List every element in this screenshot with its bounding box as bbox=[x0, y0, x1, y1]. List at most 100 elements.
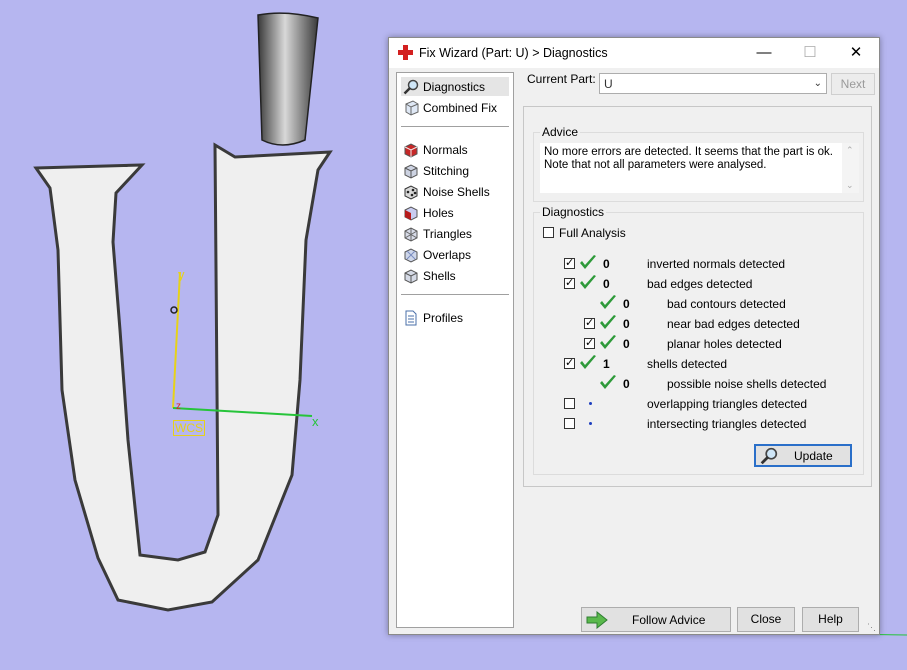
diagnostic-label: bad contours detected bbox=[667, 297, 786, 311]
scroll-up-icon[interactable]: ⌃ bbox=[846, 145, 854, 156]
diagnostic-count: 0 bbox=[603, 277, 610, 291]
full-analysis-label: Full Analysis bbox=[559, 226, 626, 240]
normals-icon bbox=[404, 142, 418, 158]
diagnostic-checkbox[interactable]: ✓ bbox=[584, 317, 595, 329]
nav-item-diagnostics[interactable]: Diagnostics bbox=[401, 77, 509, 96]
full-analysis-checkbox[interactable] bbox=[543, 227, 554, 238]
nav-label: Shells bbox=[423, 268, 456, 283]
nav-label: Overlaps bbox=[423, 247, 472, 262]
bail-shape bbox=[257, 12, 319, 146]
green-check-icon bbox=[580, 255, 596, 269]
overlaps-icon bbox=[404, 247, 418, 263]
z-axis-label: z bbox=[176, 401, 181, 412]
magnifier-icon bbox=[403, 79, 419, 94]
nav-label: Normals bbox=[423, 142, 468, 157]
nav-item-profiles[interactable]: Profiles bbox=[401, 308, 509, 327]
diagnostic-label: inverted normals detected bbox=[647, 257, 786, 271]
nav-item-normals[interactable]: Normals bbox=[401, 140, 509, 159]
diagnostic-checkbox[interactable]: ✓ bbox=[564, 257, 575, 269]
diagnostic-checkbox[interactable]: ✓ bbox=[564, 277, 575, 289]
advice-text-line: No more errors are detected. It seems th… bbox=[544, 146, 833, 158]
help-button[interactable]: Help bbox=[802, 607, 859, 632]
diagnostic-label: near bad edges detected bbox=[667, 317, 800, 331]
current-part-label: Current Part: bbox=[527, 72, 596, 86]
y-axis-line bbox=[172, 271, 181, 409]
close-button[interactable]: Close bbox=[737, 607, 795, 632]
nav-separator bbox=[401, 294, 509, 295]
diagnostic-checkbox[interactable] bbox=[564, 418, 575, 429]
profiles-icon bbox=[405, 310, 417, 325]
nav-item-overlaps[interactable]: Overlaps bbox=[401, 245, 509, 264]
scroll-down-icon[interactable]: ⌄ bbox=[846, 180, 854, 191]
triangles-icon bbox=[404, 226, 418, 242]
green-check-icon bbox=[600, 295, 616, 309]
nav-item-stitching[interactable]: Stitching bbox=[401, 161, 509, 180]
diagnostic-label: planar holes detected bbox=[667, 337, 782, 351]
diagnostic-label: overlapping triangles detected bbox=[647, 397, 808, 411]
checkmark-icon: ✓ bbox=[565, 257, 575, 269]
nav-separator bbox=[401, 126, 509, 127]
diagnostic-checkbox[interactable]: ✓ bbox=[584, 337, 595, 349]
diagnostic-label: possible noise shells detected bbox=[667, 377, 827, 391]
nav-item-holes[interactable]: Holes bbox=[401, 203, 509, 222]
dialog-title: Fix Wizard (Part: U) > Diagnostics bbox=[419, 46, 608, 60]
green-check-icon bbox=[580, 355, 596, 369]
origin-marker bbox=[170, 306, 178, 314]
next-button[interactable]: Next bbox=[831, 73, 875, 95]
resize-grip-icon[interactable]: ⋱ bbox=[867, 622, 877, 632]
follow-advice-label: Follow Advice bbox=[632, 613, 706, 627]
u-model-shape bbox=[33, 142, 333, 612]
diagnostic-checkbox[interactable]: ✓ bbox=[564, 357, 575, 369]
checkmark-icon: ✓ bbox=[585, 317, 595, 329]
diagnostic-label: intersecting triangles detected bbox=[647, 417, 807, 431]
green-check-icon bbox=[600, 375, 616, 389]
diagnostic-count: 1 bbox=[603, 357, 610, 371]
x-axis-label: x bbox=[312, 414, 319, 429]
nav-item-combined-fix[interactable]: Combined Fix bbox=[401, 98, 509, 117]
green-arrow-icon bbox=[586, 611, 608, 629]
green-check-icon bbox=[580, 275, 596, 289]
nav-item-shells[interactable]: Shells bbox=[401, 266, 509, 285]
nav-item-triangles[interactable]: Triangles bbox=[401, 224, 509, 243]
close-window-button[interactable]: ✕ bbox=[833, 38, 879, 68]
nav-label: Combined Fix bbox=[423, 100, 498, 115]
diagnostic-label: shells detected bbox=[647, 357, 728, 371]
nav-label: Noise Shells bbox=[423, 184, 490, 199]
diagnostic-count: 0 bbox=[623, 377, 630, 391]
chevron-down-icon: ⌄ bbox=[813, 78, 822, 89]
current-part-value: U bbox=[604, 77, 613, 91]
red-cross-icon bbox=[398, 45, 413, 60]
checkmark-icon: ✓ bbox=[585, 337, 595, 349]
checkmark-icon: ✓ bbox=[565, 277, 575, 289]
green-check-icon bbox=[600, 335, 616, 349]
follow-advice-button[interactable]: Follow Advice bbox=[581, 607, 731, 632]
minimize-button[interactable]: — bbox=[741, 38, 787, 68]
nav-item-noise-shells[interactable]: Noise Shells bbox=[401, 182, 509, 201]
update-label: Update bbox=[794, 449, 833, 463]
diagnostics-panel: Advice No more errors are detected. It s… bbox=[523, 106, 872, 487]
advice-scrollbar[interactable]: ⌃ ⌄ bbox=[842, 143, 859, 193]
y-axis-label: y bbox=[178, 267, 185, 282]
fix-wizard-dialog: Fix Wizard (Part: U) > Diagnostics — ☐ ✕… bbox=[388, 37, 880, 635]
title-bar[interactable]: Fix Wizard (Part: U) > Diagnostics — ☐ ✕ bbox=[389, 38, 879, 68]
diagnostic-checkbox[interactable] bbox=[564, 398, 575, 409]
advice-text-line: Note that not all parameters were analys… bbox=[544, 159, 767, 171]
current-part-select[interactable]: U ⌄ bbox=[599, 73, 827, 94]
nav-label: Diagnostics bbox=[423, 79, 486, 94]
diagnostic-count: 0 bbox=[623, 317, 630, 331]
magnifier-icon bbox=[760, 447, 778, 465]
stitching-icon bbox=[404, 163, 418, 179]
checkmark-icon: ✓ bbox=[565, 357, 575, 369]
diagnostics-title: Diagnostics bbox=[540, 205, 607, 219]
update-button[interactable]: Update bbox=[754, 444, 852, 467]
nav-label: Triangles bbox=[423, 226, 472, 241]
wizard-navigation: Diagnostics Combined Fix Normals Stitchi… bbox=[396, 72, 514, 628]
maximize-button[interactable]: ☐ bbox=[787, 38, 833, 68]
pending-dot-icon bbox=[589, 402, 592, 405]
diagnostic-count: 0 bbox=[623, 337, 630, 351]
diagnostics-group: Diagnostics Full Analysis ✓ 0 inverted nor… bbox=[533, 205, 864, 475]
nav-label: Holes bbox=[423, 205, 454, 220]
shells-icon bbox=[404, 268, 418, 284]
combined-fix-icon bbox=[405, 99, 419, 116]
advice-title: Advice bbox=[540, 125, 581, 139]
